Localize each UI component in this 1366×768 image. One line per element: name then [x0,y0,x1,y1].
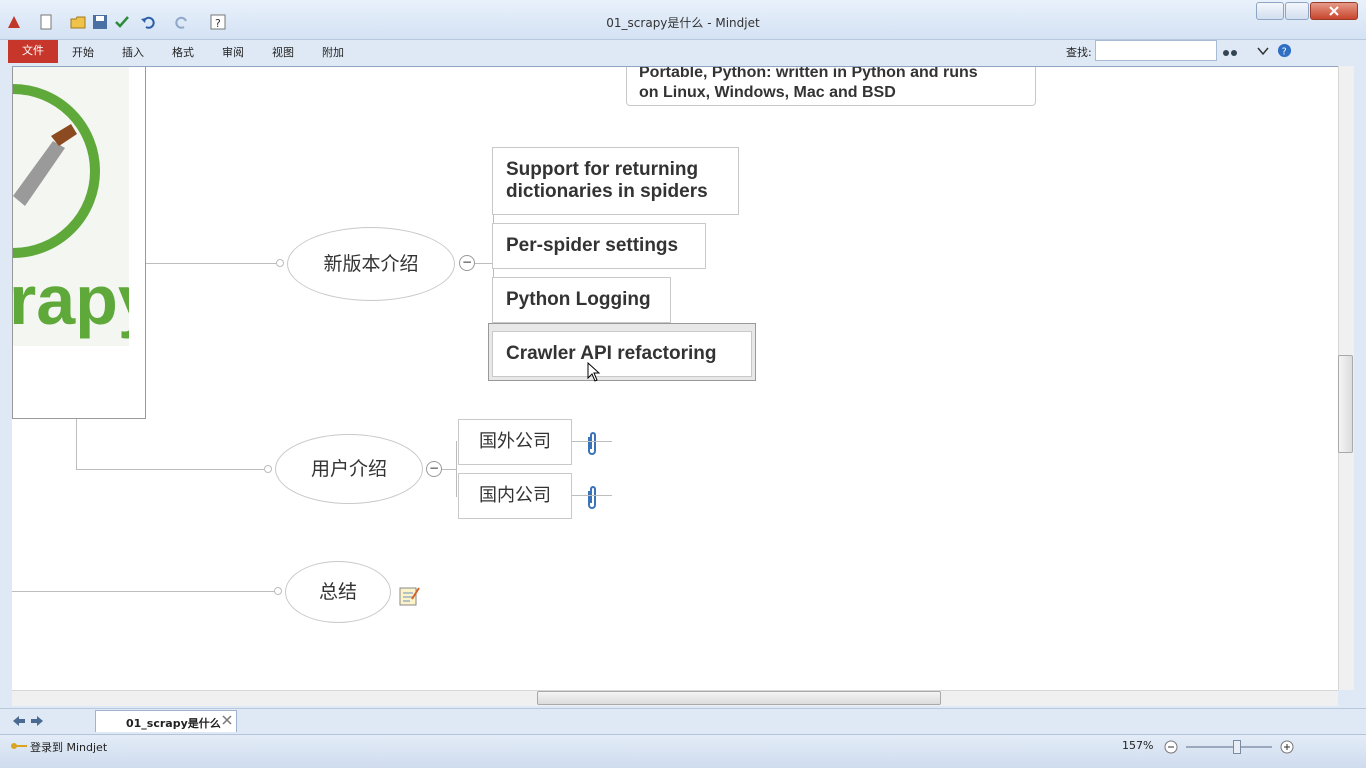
zoom-in-icon[interactable] [1280,740,1294,754]
chevron-down-icon[interactable] [1256,44,1270,58]
note-line-1: Portable, Python: written in Python and … [639,66,978,81]
mindmap-canvas[interactable]: Portable, Python: written in Python and … [12,66,1338,690]
subtopic-foreign-companies[interactable]: 国外公司 [458,419,572,465]
collapse-toggle[interactable]: − [426,461,442,477]
tab-addins[interactable]: 附加 [322,44,344,60]
document-tab[interactable]: 01_scrapy是什么 [95,710,237,732]
attachment-icon[interactable] [586,431,598,457]
branch-line [572,495,612,496]
close-tab-icon[interactable] [222,715,232,725]
horizontal-scroll-thumb[interactable] [537,691,941,705]
collapse-toggle[interactable]: − [459,255,475,271]
mindjet-window: ? 01_scrapy是什么 - Mindjet 文件 开始 插入 格式 审阅 … [0,0,1366,768]
subtopic-crawler-api[interactable]: Crawler API refactoring [492,331,752,377]
document-tab-label: 01_scrapy是什么 [126,717,221,730]
branch-spine [456,441,457,497]
vertical-scroll-thumb[interactable] [1338,355,1353,453]
scrapy-logo-image: rapy [13,67,129,346]
login-link[interactable]: 登录到 Mindjet [30,739,107,755]
subtopic-domestic-companies[interactable]: 国内公司 [458,473,572,519]
connector-new-version [146,263,281,264]
topic-summary[interactable]: 总结 [285,561,391,623]
restore-button[interactable] [1285,2,1309,20]
svg-text:?: ? [1282,46,1287,57]
scrapy-logo-frame[interactable]: rapy [12,67,146,419]
zoom-out-icon[interactable] [1164,740,1178,754]
help-circle-icon[interactable]: ? [1277,43,1292,58]
connector-summary [12,591,276,592]
subtopic-python-logging[interactable]: Python Logging [492,277,671,323]
key-icon [11,743,27,749]
close-button[interactable] [1310,2,1358,20]
tab-insert[interactable]: 插入 [122,44,144,60]
note-icon[interactable] [398,585,420,607]
topic-new-version[interactable]: 新版本介绍 [287,227,455,301]
connector-dot [264,465,272,473]
tab-start[interactable]: 开始 [72,44,94,60]
close-icon [1329,6,1339,16]
tab-file[interactable]: 文件 [8,40,58,63]
status-bar [0,734,1366,768]
back-arrow-icon[interactable] [12,715,26,727]
title-bar: ? 01_scrapy是什么 - Mindjet [0,0,1366,40]
tab-review[interactable]: 审阅 [222,44,244,60]
logo-text: rapy [13,261,129,339]
topic-users[interactable]: 用户介绍 [275,434,423,504]
find-input[interactable] [1095,40,1217,61]
binoculars-icon[interactable] [1222,43,1238,59]
window-title: 01_scrapy是什么 - Mindjet [606,16,760,30]
branch-line [475,263,493,264]
connector-dot [276,259,284,267]
tab-view[interactable]: 视图 [272,44,294,60]
feature-note-portable[interactable]: Portable, Python: written in Python and … [626,66,1036,106]
note-line-2: on Linux, Windows, Mac and BSD [639,84,896,101]
connector-dot [274,587,282,595]
minimize-button[interactable] [1256,2,1284,20]
connector-users [76,469,266,470]
mouse-cursor-icon [587,362,601,382]
zoom-slider[interactable] [1186,746,1272,748]
zoom-slider-thumb[interactable] [1233,740,1241,754]
zoom-level: 157% [1122,739,1154,752]
connector-users-v [76,419,77,469]
tab-format[interactable]: 格式 [172,44,194,60]
find-label: 查找: [1066,46,1092,59]
branch-line [442,469,456,470]
branch-line [572,441,612,442]
subtopic-per-spider-settings[interactable]: Per-spider settings [492,223,706,269]
subtopic-dictionaries[interactable]: Support for returning dictionaries in sp… [492,147,739,215]
attachment-icon[interactable] [586,485,598,511]
forward-arrow-icon[interactable] [30,715,44,727]
